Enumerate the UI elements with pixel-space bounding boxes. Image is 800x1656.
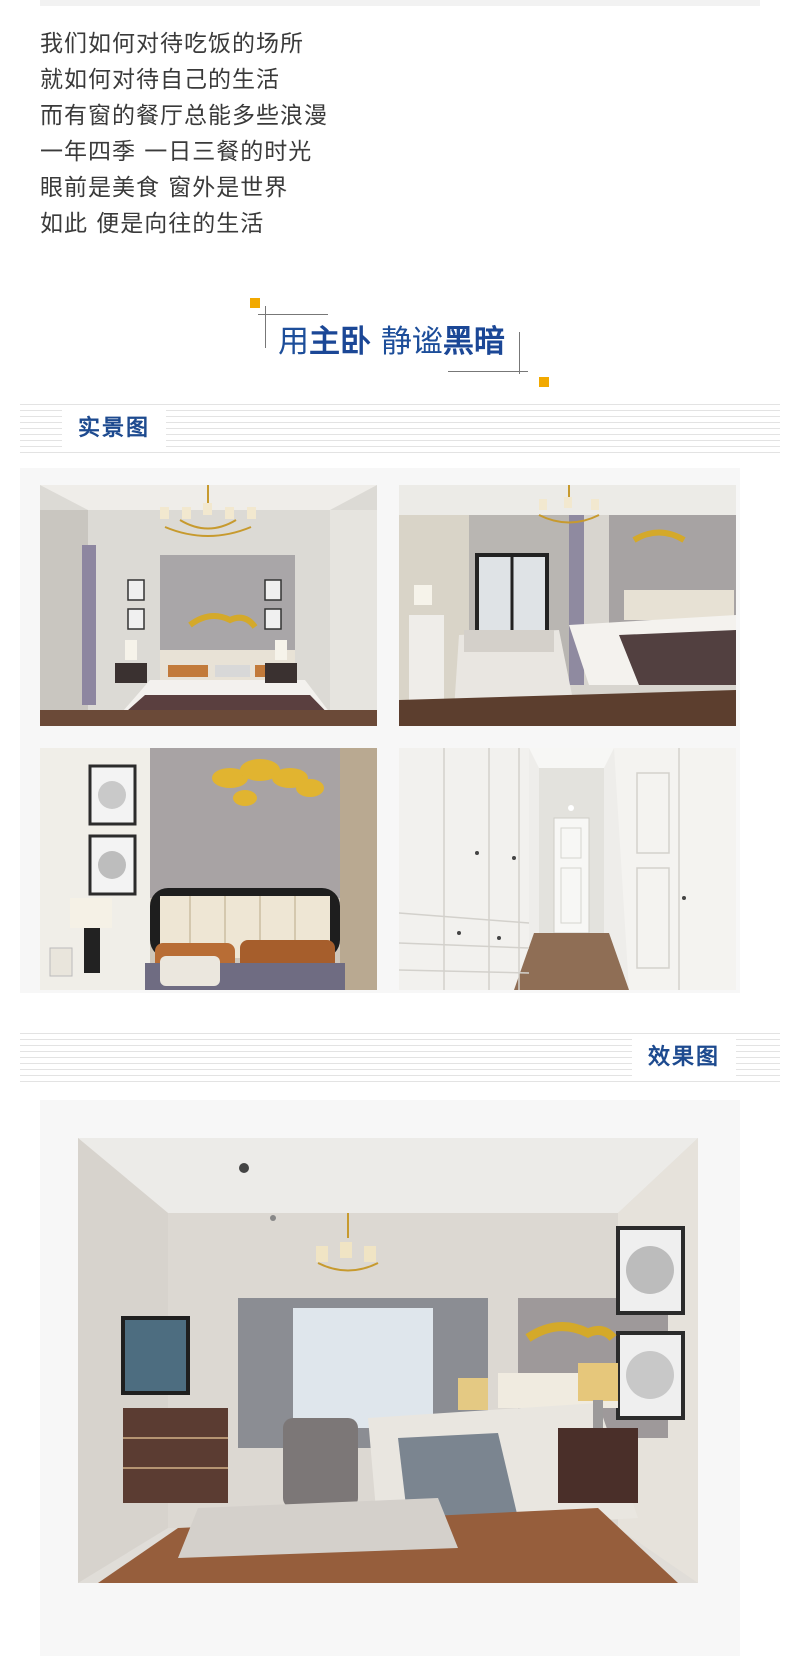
poem-line: 我们如何对待吃饭的场所 <box>40 31 304 57</box>
corner-square-decoration <box>250 298 260 308</box>
headboard-closeup-photo <box>40 748 377 990</box>
bedroom-photo-angled <box>399 485 736 726</box>
section-bar-renderings: 效果图 <box>20 1033 780 1083</box>
poem-line: 就如何对待自己的生活 <box>40 67 280 93</box>
poem-text: 我们如何对待吃饭的场所 就如何对待自己的生活 而有窗的餐厅总能多些浪漫 一年四季… <box>40 26 328 242</box>
frame-line <box>265 306 266 348</box>
frame-line <box>448 371 528 372</box>
frame-line <box>519 332 520 374</box>
frame-line <box>258 314 328 315</box>
poem-line: 而有窗的餐厅总能多些浪漫 <box>40 103 328 129</box>
section-bar-label: 实景图 <box>62 409 167 449</box>
section-bar-real-photos: 实景图 <box>20 404 780 454</box>
corner-square-decoration <box>539 377 549 387</box>
top-divider <box>40 0 760 6</box>
bedroom-rendering-image <box>78 1138 698 1583</box>
poem-line: 一年四季 一日三餐的时光 <box>40 139 313 165</box>
section-title: 用主卧 静谧黑暗 <box>278 324 505 360</box>
bedroom-photo-front <box>40 485 377 726</box>
section-heading: 用主卧 静谧黑暗 <box>240 292 549 392</box>
poem-line: 如此 便是向往的生活 <box>40 211 265 237</box>
wardrobe-corridor-photo <box>399 748 736 990</box>
section-bar-label: 效果图 <box>632 1038 737 1078</box>
poem-line: 眼前是美食 窗外是世界 <box>40 175 289 201</box>
